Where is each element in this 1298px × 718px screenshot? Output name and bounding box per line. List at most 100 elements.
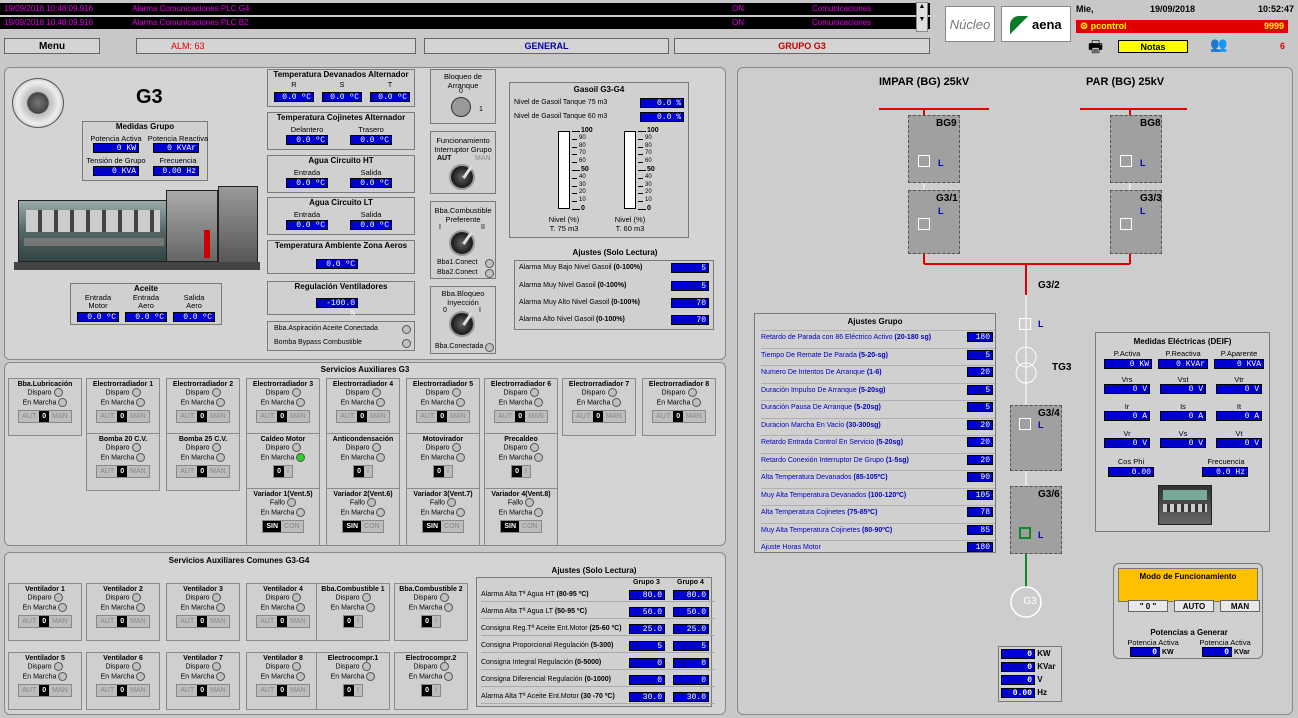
aut-man-switch[interactable]: AUT 0 MAN — [256, 683, 310, 697]
aut-man-switch[interactable]: AUT 0 MAN — [18, 409, 72, 423]
aut-man-switch[interactable]: AUT 0 MAN — [96, 409, 150, 423]
zero-i-switch[interactable]: 0I — [343, 614, 363, 628]
aux-service-box[interactable]: Variador 2(Vent.6) Fallo En Marcha SIN CON — [326, 488, 400, 546]
aux-service-box[interactable]: Electrorradiador 6 Disparo En Marcha AUT 0 MA… — [484, 378, 558, 436]
sin-con-switch[interactable]: SIN CON — [262, 519, 304, 533]
mode-auto-button[interactable]: AUTO — [1174, 600, 1214, 612]
grupo-g3-button[interactable]: GRUPO G3 — [674, 38, 930, 54]
aut-man-switch[interactable]: AUT 0 MAN — [256, 409, 310, 423]
user-bar[interactable]: ⚙ pcontrol 9999 — [1076, 20, 1288, 33]
aux-service-box[interactable]: Electrocompr.2 Disparo En Marcha 0 I — [394, 652, 468, 710]
aux-service-box[interactable]: Precaldeo Disparo En Marcha 0 I — [484, 433, 558, 491]
zero-i-switch[interactable]: 0I — [511, 464, 531, 478]
zero-i-switch[interactable]: 0I — [433, 464, 453, 478]
aux-service-box[interactable]: Electrorradiador 2 Disparo En Marcha AUT 0 MA… — [166, 378, 240, 436]
zero-i-switch[interactable]: 0I — [353, 464, 373, 478]
aux-service-box[interactable]: Variador 1(Vent.5) Fallo En Marcha SIN CON — [246, 488, 320, 546]
notes-button[interactable]: Notas — [1118, 40, 1188, 53]
switch-zero: 0 — [274, 465, 284, 477]
potencia-kvar-setpoint[interactable]: 0 KVar — [1202, 647, 1250, 657]
aux-service-box[interactable]: Electrorradiador 5 Disparo En Marcha AUT 0 MA… — [406, 378, 480, 436]
alarm-row[interactable]: 19/09/2018 10:48:09.916 Alarma Comunicac… — [0, 17, 930, 29]
aux-service-box[interactable]: Variador 3(Vent.7) Fallo En Marcha SIN CON — [406, 488, 480, 546]
label: Nivel (%) — [614, 215, 646, 224]
aut-man-switch[interactable]: AUT 0 MAN — [416, 409, 470, 423]
menu-button[interactable]: Menu — [4, 38, 100, 54]
aut-man-switch[interactable]: AUT 0 MAN — [494, 409, 548, 423]
aux-service-box[interactable]: Electrorradiador 1 Disparo En Marcha AUT 0 MA… — [86, 378, 160, 436]
aux-service-box[interactable]: Caldeo Motor Disparo En Marcha 0 I — [246, 433, 320, 491]
aux-service-box[interactable]: Variador 4(Vent.8) Fallo En Marcha SIN CON — [484, 488, 558, 546]
aux-service-box[interactable]: Ventilador 5 Disparo En Marcha AUT 0 MAN — [8, 652, 82, 710]
alarm-row[interactable]: 19/09/2018 10:48:09.916 Alarma Comunicac… — [0, 3, 930, 15]
breaker-icon[interactable] — [1019, 318, 1031, 330]
zero-i-switch[interactable]: 0I — [273, 464, 293, 478]
breaker-icon[interactable] — [918, 155, 930, 167]
general-button[interactable]: GENERAL — [424, 38, 669, 54]
status-label: En Marcha — [260, 399, 295, 407]
scroll-up-icon[interactable]: ▲ — [917, 3, 927, 10]
aux-service-box[interactable]: Bba.Lubricación Disparo En Marcha AUT 0 MAN — [8, 378, 82, 436]
aut-man-switch[interactable]: AUT 0 MAN — [96, 614, 150, 628]
aux-service-box[interactable]: Bomba 25 C.V. Disparo En Marcha AUT 0 MAN — [166, 433, 240, 491]
emergency-stop-icon[interactable] — [12, 78, 64, 128]
alarm-scrollbar[interactable]: ▲ ▼ — [916, 2, 928, 32]
aceite-box: Aceite Entrada Motor Entrada Aero Salida Ae… — [70, 283, 222, 325]
aut-man-switch[interactable]: AUT 0 MAN — [18, 614, 72, 628]
users-icon[interactable]: 👥 — [1210, 36, 1227, 53]
zero-i-switch[interactable]: 0I — [421, 614, 441, 628]
aut-man-switch[interactable]: AUT 0 MAN — [336, 409, 390, 423]
aut-man-switch[interactable]: AUT 0 MAN — [96, 464, 150, 478]
breaker-icon[interactable] — [918, 218, 930, 230]
scroll-down-icon[interactable]: ▼ — [917, 16, 927, 23]
aux-service-box[interactable]: Electrorradiador 7 Disparo En Marcha AUT 0 MA… — [562, 378, 636, 436]
aux-service-box[interactable]: Ventilador 7 Disparo En Marcha AUT 0 MAN — [166, 652, 240, 710]
aut-man-switch[interactable]: AUT 0 MAN — [176, 464, 230, 478]
potencia-kw-setpoint[interactable]: 0 KW — [1130, 647, 1174, 657]
value-unit: V — [1254, 385, 1259, 394]
aux-service-box[interactable]: Ventilador 4 Disparo En Marcha AUT 0 MAN — [246, 583, 320, 641]
aut-man-switch[interactable]: AUT 0 MAN — [256, 614, 310, 628]
aut-man-switch[interactable]: AUT 0 MAN — [176, 683, 230, 697]
sin-con-switch[interactable]: SIN CON — [422, 519, 464, 533]
aut-man-switch[interactable]: AUT 0 MAN — [176, 614, 230, 628]
aux-service-box[interactable]: Ventilador 1 Disparo En Marcha AUT 0 MAN — [8, 583, 82, 641]
aut-man-switch[interactable]: AUT 0 MAN — [176, 409, 230, 423]
switch-zero: 0 — [197, 615, 208, 627]
aux-service-box[interactable]: Anticondensación Disparo En Marcha 0 I — [326, 433, 400, 491]
sin-con-switch[interactable]: SIN CON — [342, 519, 384, 533]
aux-service-box[interactable]: Bba.Combustible 2 Disparo En Marcha 0 I — [394, 583, 468, 641]
deif-controller-icon[interactable] — [1158, 485, 1212, 525]
aut-man-switch[interactable]: AUT 0 MAN — [18, 683, 72, 697]
selector-knob-icon[interactable] — [449, 311, 475, 337]
mode-zero-button[interactable]: " 0 " — [1128, 600, 1168, 612]
aux-service-box[interactable]: Ventilador 3 Disparo En Marcha AUT 0 MAN — [166, 583, 240, 641]
aux-service-box[interactable]: Bba.Combustible 1 Disparo En Marcha 0 I — [316, 583, 390, 641]
zero-i-switch[interactable]: 0I — [421, 683, 441, 697]
aux-service-box[interactable]: Electrocompr.1 Disparo En Marcha 0 I — [316, 652, 390, 710]
aut-man-switch[interactable]: AUT 0 MAN — [572, 409, 626, 423]
aux-service-box[interactable]: Electrorradiador 4 Disparo En Marcha AUT 0 MA… — [326, 378, 400, 436]
aux-service-box[interactable]: Ventilador 8 Disparo En Marcha AUT 0 MAN — [246, 652, 320, 710]
ajuste-range: (50-95 ºC) — [554, 608, 587, 615]
printer-icon[interactable]: 🖶 — [1088, 36, 1103, 63]
selector-knob-icon[interactable] — [449, 230, 475, 256]
mode-man-button[interactable]: MAN — [1220, 600, 1260, 612]
aux-service-box[interactable]: Bomba 20 C.V. Disparo En Marcha AUT 0 MAN — [86, 433, 160, 491]
sin-con-switch[interactable]: SIN CON — [500, 519, 542, 533]
breaker-icon[interactable] — [1120, 155, 1132, 167]
key-switch-icon[interactable] — [451, 97, 471, 117]
aut-man-switch[interactable]: AUT 0 MAN — [652, 409, 706, 423]
breaker-icon[interactable] — [1120, 218, 1132, 230]
breaker-icon[interactable] — [1019, 527, 1031, 539]
aux-service-box[interactable]: Electrorradiador 3 Disparo En Marcha AUT 0 MA… — [246, 378, 320, 436]
aux-service-box[interactable]: Ventilador 6 Disparo En Marcha AUT 0 MAN — [86, 652, 160, 710]
aux-service-box[interactable]: Electrorradiador 8 Disparo En Marcha AUT 0 MA… — [642, 378, 716, 436]
breaker-icon[interactable] — [1019, 418, 1031, 430]
alarm-counter[interactable]: ALM: 63 — [136, 38, 416, 54]
zero-i-switch[interactable]: 0I — [343, 683, 363, 697]
aut-man-switch[interactable]: AUT 0 MAN — [96, 683, 150, 697]
aux-service-box[interactable]: Ventilador 2 Disparo En Marcha AUT 0 MAN — [86, 583, 160, 641]
aux-service-box[interactable]: Motovirador Disparo En Marcha 0 I — [406, 433, 480, 491]
selector-knob-icon[interactable] — [449, 164, 475, 190]
